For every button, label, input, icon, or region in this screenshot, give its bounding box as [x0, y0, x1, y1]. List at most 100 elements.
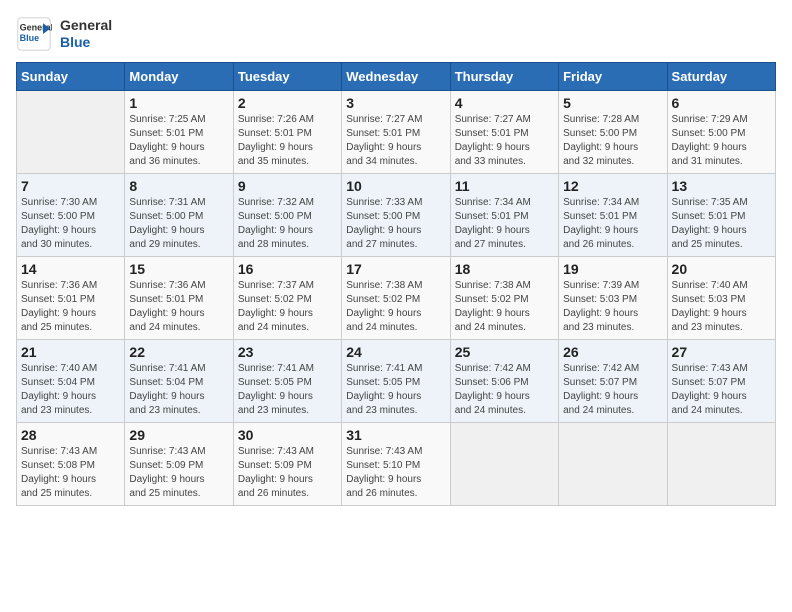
- day-number: 26: [563, 344, 662, 360]
- day-info: Sunrise: 7:27 AM Sunset: 5:01 PM Dayligh…: [346, 113, 445, 169]
- day-info: Sunrise: 7:31 AM Sunset: 5:00 PM Dayligh…: [129, 196, 228, 252]
- day-info: Sunrise: 7:43 AM Sunset: 5:08 PM Dayligh…: [21, 445, 120, 501]
- day-number: 30: [238, 427, 337, 443]
- calendar-cell: 25 Sunrise: 7:42 AM Sunset: 5:06 PM Dayli…: [450, 340, 558, 423]
- calendar-cell: [450, 423, 558, 506]
- day-info: Sunrise: 7:41 AM Sunset: 5:05 PM Dayligh…: [238, 362, 337, 418]
- day-info: Sunrise: 7:38 AM Sunset: 5:02 PM Dayligh…: [346, 279, 445, 335]
- weekday-header-sunday: Sunday: [17, 63, 125, 91]
- weekday-header-tuesday: Tuesday: [233, 63, 341, 91]
- calendar-cell: 12Sunrise: 7:34 AM Sunset: 5:01 PM Dayli…: [559, 174, 667, 257]
- calendar-cell: 30Sunrise: 7:43 AM Sunset: 5:09 PM Dayli…: [233, 423, 341, 506]
- calendar-cell: 13Sunrise: 7:35 AM Sunset: 5:01 PM Dayli…: [667, 174, 775, 257]
- day-number: 19: [563, 261, 662, 277]
- calendar-cell: 10Sunrise: 7:33 AM Sunset: 5:00 PM Dayli…: [342, 174, 450, 257]
- calendar-cell: 7 Sunrise: 7:30 AM Sunset: 5:00 PM Daylig…: [17, 174, 125, 257]
- calendar-week-row: 14 Sunrise: 7:36 AM Sunset: 5:01 PM Dayli…: [17, 257, 776, 340]
- day-number: 5: [563, 95, 662, 111]
- calendar-cell: 22Sunrise: 7:41 AM Sunset: 5:04 PM Dayli…: [125, 340, 233, 423]
- logo-text-line2: Blue: [60, 34, 112, 51]
- day-number: 4: [455, 95, 554, 111]
- logo-text-line1: General: [60, 17, 112, 34]
- day-info: Sunrise: 7:30 AM Sunset: 5:00 PM Dayligh…: [21, 196, 120, 252]
- day-number: 28: [21, 427, 120, 443]
- day-info: Sunrise: 7:43 AM Sunset: 5:09 PM Dayligh…: [129, 445, 228, 501]
- day-info: Sunrise: 7:33 AM Sunset: 5:00 PM Dayligh…: [346, 196, 445, 252]
- weekday-header-thursday: Thursday: [450, 63, 558, 91]
- calendar-cell: 16 Sunrise: 7:37 AM Sunset: 5:02 PM Dayli…: [233, 257, 341, 340]
- day-info: Sunrise: 7:43 AM Sunset: 5:10 PM Dayligh…: [346, 445, 445, 501]
- day-number: 11: [455, 178, 554, 194]
- day-number: 1: [129, 95, 228, 111]
- calendar-cell: 26 Sunrise: 7:42 AM Sunset: 5:07 PM Dayli…: [559, 340, 667, 423]
- day-info: Sunrise: 7:40 AM Sunset: 5:03 PM Dayligh…: [672, 279, 771, 335]
- logo: General Blue General Blue: [16, 16, 112, 52]
- day-info: Sunrise: 7:25 AM Sunset: 5:01 PM Dayligh…: [129, 113, 228, 169]
- calendar-cell: 4 Sunrise: 7:27 AM Sunset: 5:01 PM Daylig…: [450, 91, 558, 174]
- calendar-cell: 27 Sunrise: 7:43 AM Sunset: 5:07 PM Dayli…: [667, 340, 775, 423]
- day-number: 9: [238, 178, 337, 194]
- weekday-header-saturday: Saturday: [667, 63, 775, 91]
- day-number: 12: [563, 178, 662, 194]
- day-info: Sunrise: 7:36 AM Sunset: 5:01 PM Dayligh…: [21, 279, 120, 335]
- calendar-cell: 24 Sunrise: 7:41 AM Sunset: 5:05 PM Dayli…: [342, 340, 450, 423]
- calendar-cell: 18 Sunrise: 7:38 AM Sunset: 5:02 PM Dayli…: [450, 257, 558, 340]
- calendar-cell: 17 Sunrise: 7:38 AM Sunset: 5:02 PM Dayli…: [342, 257, 450, 340]
- calendar-cell: 9 Sunrise: 7:32 AM Sunset: 5:00 PM Daylig…: [233, 174, 341, 257]
- calendar-cell: 3 Sunrise: 7:27 AM Sunset: 5:01 PM Daylig…: [342, 91, 450, 174]
- calendar-cell: 28 Sunrise: 7:43 AM Sunset: 5:08 PM Dayli…: [17, 423, 125, 506]
- calendar-cell: [17, 91, 125, 174]
- day-number: 21: [21, 344, 120, 360]
- calendar-week-row: 21Sunrise: 7:40 AM Sunset: 5:04 PM Dayli…: [17, 340, 776, 423]
- calendar-cell: 6 Sunrise: 7:29 AM Sunset: 5:00 PM Daylig…: [667, 91, 775, 174]
- day-number: 23: [238, 344, 337, 360]
- day-info: Sunrise: 7:26 AM Sunset: 5:01 PM Dayligh…: [238, 113, 337, 169]
- day-number: 24: [346, 344, 445, 360]
- day-info: Sunrise: 7:37 AM Sunset: 5:02 PM Dayligh…: [238, 279, 337, 335]
- logo-icon: General Blue: [16, 16, 52, 52]
- calendar-cell: 11 Sunrise: 7:34 AM Sunset: 5:01 PM Dayli…: [450, 174, 558, 257]
- day-info: Sunrise: 7:41 AM Sunset: 5:05 PM Dayligh…: [346, 362, 445, 418]
- day-number: 20: [672, 261, 771, 277]
- calendar-cell: [559, 423, 667, 506]
- day-number: 13: [672, 178, 771, 194]
- day-number: 8: [129, 178, 228, 194]
- day-info: Sunrise: 7:29 AM Sunset: 5:00 PM Dayligh…: [672, 113, 771, 169]
- day-info: Sunrise: 7:42 AM Sunset: 5:06 PM Dayligh…: [455, 362, 554, 418]
- weekday-header-wednesday: Wednesday: [342, 63, 450, 91]
- day-number: 27: [672, 344, 771, 360]
- calendar-table: SundayMondayTuesdayWednesdayThursdayFrid…: [16, 62, 776, 506]
- day-number: 16: [238, 261, 337, 277]
- day-info: Sunrise: 7:43 AM Sunset: 5:07 PM Dayligh…: [672, 362, 771, 418]
- weekday-header-row: SundayMondayTuesdayWednesdayThursdayFrid…: [17, 63, 776, 91]
- day-number: 31: [346, 427, 445, 443]
- day-info: Sunrise: 7:42 AM Sunset: 5:07 PM Dayligh…: [563, 362, 662, 418]
- day-info: Sunrise: 7:32 AM Sunset: 5:00 PM Dayligh…: [238, 196, 337, 252]
- day-number: 3: [346, 95, 445, 111]
- day-info: Sunrise: 7:36 AM Sunset: 5:01 PM Dayligh…: [129, 279, 228, 335]
- day-number: 2: [238, 95, 337, 111]
- calendar-cell: 8 Sunrise: 7:31 AM Sunset: 5:00 PM Daylig…: [125, 174, 233, 257]
- calendar-week-row: 28 Sunrise: 7:43 AM Sunset: 5:08 PM Dayli…: [17, 423, 776, 506]
- day-info: Sunrise: 7:27 AM Sunset: 5:01 PM Dayligh…: [455, 113, 554, 169]
- day-number: 15: [129, 261, 228, 277]
- day-number: 18: [455, 261, 554, 277]
- calendar-cell: 14 Sunrise: 7:36 AM Sunset: 5:01 PM Dayli…: [17, 257, 125, 340]
- day-info: Sunrise: 7:34 AM Sunset: 5:01 PM Dayligh…: [455, 196, 554, 252]
- calendar-cell: 21Sunrise: 7:40 AM Sunset: 5:04 PM Dayli…: [17, 340, 125, 423]
- header: General Blue General Blue: [16, 16, 776, 52]
- day-number: 6: [672, 95, 771, 111]
- day-number: 22: [129, 344, 228, 360]
- day-info: Sunrise: 7:38 AM Sunset: 5:02 PM Dayligh…: [455, 279, 554, 335]
- day-number: 17: [346, 261, 445, 277]
- calendar-cell: 15 Sunrise: 7:36 AM Sunset: 5:01 PM Dayli…: [125, 257, 233, 340]
- day-info: Sunrise: 7:39 AM Sunset: 5:03 PM Dayligh…: [563, 279, 662, 335]
- calendar-cell: 19 Sunrise: 7:39 AM Sunset: 5:03 PM Dayli…: [559, 257, 667, 340]
- calendar-week-row: 1 Sunrise: 7:25 AM Sunset: 5:01 PM Daylig…: [17, 91, 776, 174]
- calendar-cell: 31 Sunrise: 7:43 AM Sunset: 5:10 PM Dayli…: [342, 423, 450, 506]
- day-number: 7: [21, 178, 120, 194]
- day-number: 25: [455, 344, 554, 360]
- calendar-cell: 1 Sunrise: 7:25 AM Sunset: 5:01 PM Daylig…: [125, 91, 233, 174]
- calendar-cell: 23 Sunrise: 7:41 AM Sunset: 5:05 PM Dayli…: [233, 340, 341, 423]
- day-number: 14: [21, 261, 120, 277]
